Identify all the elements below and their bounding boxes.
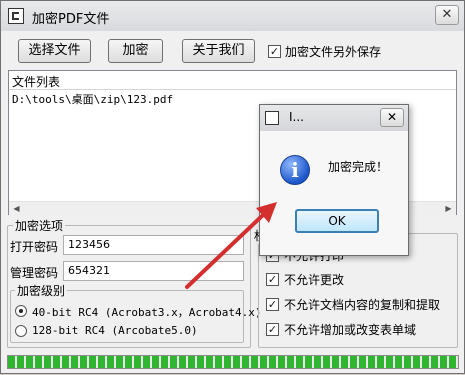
annotation-arrow-overlay xyxy=(185,202,277,289)
main-window: 加密PDF文件 ✕ 选择文件 加密 关于我们 ✓ 加密文件另外保存 文件列表 D… xyxy=(0,0,465,374)
annotation-arrow-line xyxy=(185,213,265,289)
